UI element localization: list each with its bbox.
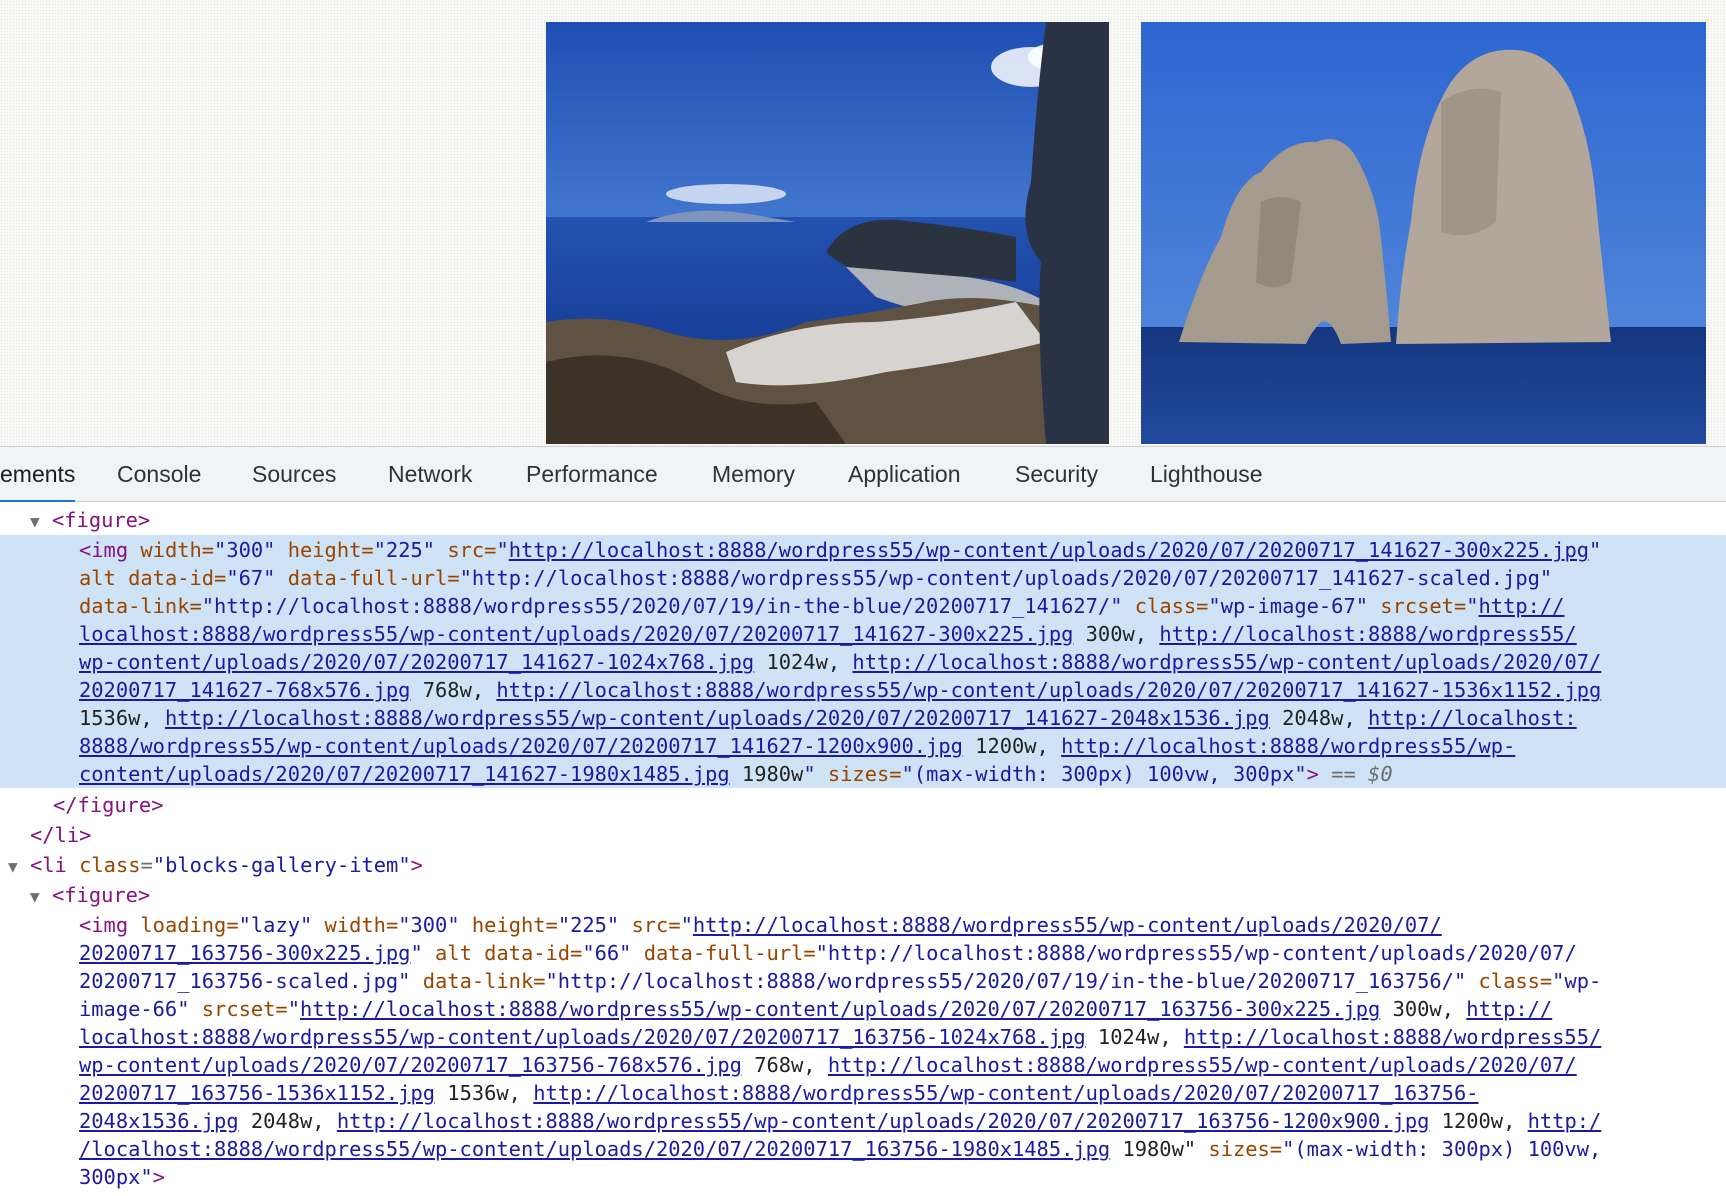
tab-elements[interactable]: ements — [0, 447, 76, 503]
srcset-link[interactable]: http://localhost:8888/wordpress55/ — [1159, 622, 1576, 646]
tab-sources[interactable]: Sources — [252, 447, 336, 502]
dom-line-img2-1[interactable]: <img loading="lazy" width="300" height="… — [79, 911, 1442, 939]
srcset-link[interactable]: http:/ — [1528, 1109, 1602, 1133]
srcset-link[interactable]: http://localhost:8888/wordpress55/wp-con… — [533, 1081, 1478, 1105]
src-link[interactable]: http://localhost:8888/wordpress55/wp-con… — [509, 538, 1589, 562]
srcset-link[interactable]: http:// — [1466, 997, 1552, 1021]
tab-console[interactable]: Console — [117, 447, 201, 502]
srcset-link[interactable]: http://localhost:8888/wordpress55/wp-con… — [165, 706, 1270, 730]
tab-network[interactable]: Network — [388, 447, 472, 502]
dom-line-img1-9[interactable]: content/uploads/2020/07/20200717_141627-… — [79, 760, 1393, 788]
expand-triangle-icon[interactable]: ▼ — [30, 883, 52, 911]
srcset-link[interactable]: content/uploads/2020/07/20200717_141627-… — [79, 762, 730, 786]
dom-line-img2-4[interactable]: image-66" srcset="http://localhost:8888/… — [79, 995, 1552, 1023]
srcset-link[interactable]: wp-content/uploads/2020/07/20200717_1416… — [79, 650, 754, 674]
srcset-link[interactable]: http://localhost:8888/wordpress55/wp-con… — [828, 1053, 1577, 1077]
srcset-link[interactable]: http:// — [1479, 594, 1565, 618]
srcset-link[interactable]: http://localhost:8888/wordpress55/wp-con… — [337, 1109, 1430, 1133]
srcset-link[interactable]: wp-content/uploads/2020/07/20200717_1637… — [79, 1053, 742, 1077]
expand-triangle-icon[interactable]: ▼ — [30, 508, 52, 536]
srcset-link[interactable]: /localhost:8888/wordpress55/wp-content/u… — [79, 1137, 1110, 1161]
dom-line-img2-7[interactable]: 20200717_163756-1536x1152.jpg 1536w, htt… — [79, 1079, 1479, 1107]
dom-node-figure-2[interactable]: ▼ <figure> — [0, 881, 150, 909]
srcset-link[interactable]: 2048x1536.jpg — [79, 1109, 239, 1133]
dom-line-img2-2[interactable]: 20200717_163756-300x225.jpg" alt data-id… — [79, 939, 1577, 967]
dom-line-img2-3[interactable]: 20200717_163756-scaled.jpg" data-link="h… — [79, 967, 1601, 995]
gallery-image-coastline[interactable] — [546, 22, 1109, 444]
srcset-link[interactable]: http://localhost:8888/wordpress55/ — [1184, 1025, 1601, 1049]
srcset-link[interactable]: 8888/wordpress55/wp-content/uploads/2020… — [79, 734, 963, 758]
tab-performance[interactable]: Performance — [526, 447, 658, 502]
page-viewport — [0, 0, 1726, 446]
dom-line-img1-7[interactable]: 1536w, http://localhost:8888/wordpress55… — [79, 704, 1577, 732]
dom-line-img1-4[interactable]: localhost:8888/wordpress55/wp-content/up… — [79, 620, 1577, 648]
srcset-link[interactable]: localhost:8888/wordpress55/wp-content/up… — [79, 1025, 1086, 1049]
dom-line-img1-5[interactable]: wp-content/uploads/2020/07/20200717_1416… — [79, 648, 1601, 676]
dom-line-img2-9[interactable]: /localhost:8888/wordpress55/wp-content/u… — [79, 1135, 1601, 1163]
dom-line-img1-3[interactable]: data-link="http://localhost:8888/wordpre… — [79, 592, 1564, 620]
devtools-tab-bar: ements Console Sources Network Performan… — [0, 446, 1726, 503]
tab-memory[interactable]: Memory — [712, 447, 795, 502]
dom-node-figure[interactable]: ▼ <figure> — [0, 506, 150, 534]
srcset-link[interactable]: 20200717_163756-1536x1152.jpg — [79, 1081, 435, 1105]
dom-node-li-close[interactable]: </li> — [30, 821, 91, 849]
srcset-link[interactable]: http://localhost:8888/wordpress55/wp-con… — [852, 650, 1601, 674]
dom-line-img1-8[interactable]: 8888/wordpress55/wp-content/uploads/2020… — [79, 732, 1515, 760]
src-link[interactable]: http://localhost:8888/wordpress55/wp-con… — [693, 913, 1442, 937]
gallery-image-sea-stacks[interactable] — [1141, 22, 1706, 444]
coastline-photo — [546, 22, 1109, 444]
devtools-panel: ements Console Sources Network Performan… — [0, 446, 1726, 1196]
dom-node-figure-close[interactable]: </figure> — [53, 791, 164, 819]
dom-line-img1-6[interactable]: 20200717_141627-768x576.jpg 768w, http:/… — [79, 676, 1601, 704]
dom-line-img2-8[interactable]: 2048x1536.jpg 2048w, http://localhost:88… — [79, 1107, 1601, 1135]
srcset-link[interactable]: http://localhost: — [1368, 706, 1577, 730]
tab-application[interactable]: Application — [848, 447, 961, 502]
srcset-link[interactable]: http://localhost:8888/wordpress55/wp-con… — [300, 997, 1380, 1021]
srcset-link[interactable]: http://localhost:8888/wordpress55/wp-con… — [496, 678, 1601, 702]
tab-security[interactable]: Security — [1015, 447, 1098, 502]
tab-lighthouse[interactable]: Lighthouse — [1150, 447, 1263, 502]
dom-line-img2-5[interactable]: localhost:8888/wordpress55/wp-content/up… — [79, 1023, 1601, 1051]
dom-line-img1-1[interactable]: <img width="300" height="225" src="http:… — [79, 536, 1601, 564]
expand-triangle-icon[interactable]: ▼ — [8, 853, 30, 881]
dom-node-li[interactable]: ▼ <li class="blocks-gallery-item"> — [0, 851, 423, 879]
src-link[interactable]: 20200717_163756-300x225.jpg — [79, 941, 410, 965]
srcset-link[interactable]: http://localhost:8888/wordpress55/wp- — [1061, 734, 1515, 758]
console-ref-badge: $0 — [1368, 762, 1393, 786]
elements-dom-tree: ▼ <figure> <img width="300" height="225" … — [0, 502, 1726, 1196]
dom-line-img2-6[interactable]: wp-content/uploads/2020/07/20200717_1637… — [79, 1051, 1577, 1079]
dom-line-img2-10[interactable]: 300px"> — [79, 1163, 165, 1191]
sea-stacks-photo — [1141, 22, 1706, 444]
dom-line-img1-2[interactable]: alt data-id="67" data-full-url="http://l… — [79, 564, 1552, 592]
srcset-link[interactable]: 20200717_141627-768x576.jpg — [79, 678, 410, 702]
srcset-link[interactable]: localhost:8888/wordpress55/wp-content/up… — [79, 622, 1073, 646]
